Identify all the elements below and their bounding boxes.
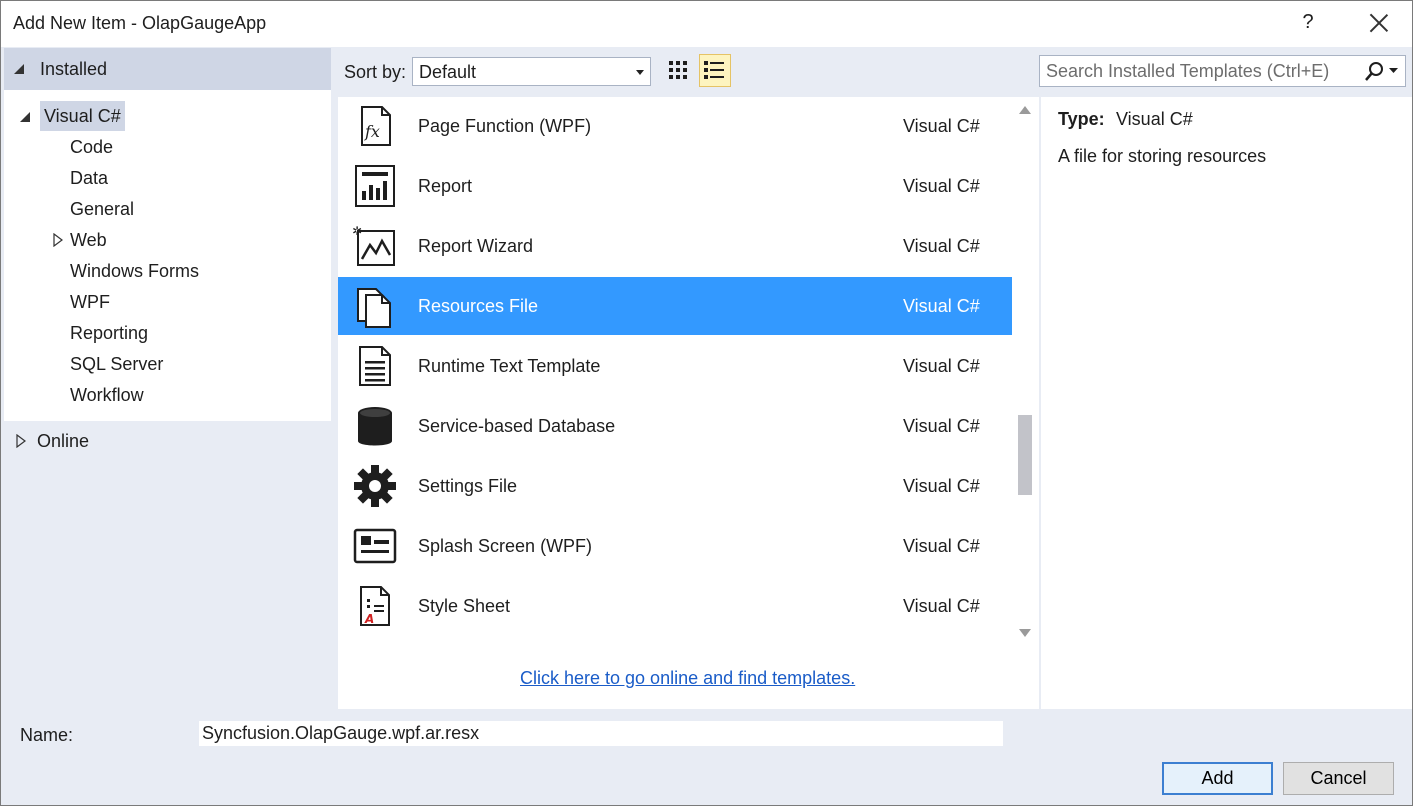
template-row-selected[interactable]: Resources File Visual C# <box>338 277 1012 335</box>
tree-item-code[interactable]: Code <box>70 132 113 162</box>
gear-icon <box>354 465 396 507</box>
template-row[interactable]: Report Visual C# <box>338 157 1012 215</box>
installed-label: Installed <box>40 59 108 79</box>
function-icon: fx <box>361 106 391 146</box>
template-row[interactable]: Runtime Text Template Visual C# <box>338 337 1012 395</box>
list-view-button[interactable] <box>699 54 731 87</box>
template-name: Resources File <box>418 296 539 316</box>
type-label: Type: <box>1058 109 1105 129</box>
template-name: Settings File <box>418 476 518 496</box>
template-row[interactable]: Settings File Visual C# <box>338 457 1012 515</box>
type-value: Visual C# <box>1116 109 1193 129</box>
collapse-triangle-icon <box>14 64 24 74</box>
tree-item-data[interactable]: Data <box>70 163 108 193</box>
template-row[interactable]: ✲ Report Wizard Visual C# <box>338 217 1012 275</box>
tree-item-reporting[interactable]: Reporting <box>70 318 148 348</box>
splash-screen-icon <box>353 528 397 564</box>
search-box[interactable] <box>1039 55 1406 87</box>
tree-item-web[interactable]: Web <box>70 225 107 255</box>
tree-item-sql-server[interactable]: SQL Server <box>70 349 163 379</box>
text-template-icon <box>359 346 391 386</box>
sort-by-dropdown[interactable]: Default <box>412 57 651 86</box>
online-expand-icon[interactable] <box>15 434 27 448</box>
scroll-up-arrow-icon[interactable] <box>1019 106 1031 114</box>
template-name: Runtime Text Template <box>418 356 601 376</box>
search-input[interactable] <box>1046 60 1356 82</box>
list-view-icon <box>704 61 724 79</box>
report-icon <box>355 165 395 207</box>
style-sheet-icon: A <box>360 586 390 626</box>
tree-item-workflow[interactable]: Workflow <box>70 380 144 410</box>
category-tree: Visual C# Code Data General Web Windows … <box>4 90 331 421</box>
template-language: Visual C# <box>903 116 980 136</box>
report-wizard-icon: ✲ <box>352 224 395 266</box>
sort-by-value: Default <box>419 62 477 82</box>
tree-item-online[interactable]: Online <box>37 431 89 452</box>
help-button[interactable]: ? <box>1297 11 1319 37</box>
tree-item-windows-forms[interactable]: Windows Forms <box>70 256 199 286</box>
title-bar: Add New Item - OlapGaugeApp ? <box>1 1 1412 47</box>
cancel-button[interactable]: Cancel <box>1283 762 1394 795</box>
small-icons-view-button[interactable] <box>664 54 696 87</box>
template-language: Visual C# <box>903 476 980 496</box>
template-language: Visual C# <box>903 176 980 196</box>
template-name: Style Sheet <box>418 596 511 616</box>
template-language: Visual C# <box>903 236 980 256</box>
svg-text:fx: fx <box>364 122 380 141</box>
add-button[interactable]: Add <box>1162 762 1273 795</box>
sort-by-label: Sort by: <box>344 62 407 82</box>
close-button[interactable] <box>1365 9 1393 37</box>
search-icon[interactable] <box>1364 61 1386 83</box>
svg-text:✲: ✲ <box>352 224 362 238</box>
window-title: Add New Item - OlapGaugeApp <box>13 13 267 33</box>
tree-item-general[interactable]: General <box>70 194 134 224</box>
template-list-scrollbar[interactable] <box>1012 97 1039 709</box>
template-language: Visual C# <box>903 296 980 316</box>
template-row[interactable]: Splash Screen (WPF) Visual C# <box>338 517 1012 575</box>
template-row[interactable]: fx Page Function (WPF) Visual C# <box>338 97 1012 155</box>
template-language: Visual C# <box>903 536 980 556</box>
template-list: fx Page Function (WPF) Visual C# Report … <box>338 97 1012 709</box>
resources-file-icon <box>357 288 391 328</box>
template-language: Visual C# <box>903 416 980 436</box>
template-row[interactable]: A Style Sheet Visual C# <box>338 577 1012 635</box>
template-name: Service-based Database <box>418 416 616 436</box>
name-label: Name: <box>20 725 74 745</box>
template-name: Report <box>418 176 473 196</box>
tree-item-wpf[interactable]: WPF <box>70 287 110 317</box>
template-description: A file for storing resources <box>1058 146 1267 166</box>
expand-triangle-icon[interactable] <box>52 233 64 247</box>
template-language: Visual C# <box>903 596 980 616</box>
installed-header[interactable]: Installed <box>4 48 331 90</box>
svg-text:A: A <box>364 612 374 626</box>
expanded-triangle-icon <box>20 112 30 122</box>
template-name: Page Function (WPF) <box>418 116 592 136</box>
add-new-item-dialog: Add New Item - OlapGaugeApp ? Installed … <box>0 0 1413 806</box>
name-field[interactable] <box>199 721 1003 746</box>
template-row[interactable]: Service-based Database Visual C# <box>338 397 1012 455</box>
find-online-templates-link[interactable]: Click here to go online and find templat… <box>520 668 855 689</box>
dropdown-caret-icon <box>636 70 644 75</box>
grid-view-icon <box>669 61 687 79</box>
scroll-thumb[interactable] <box>1018 415 1032 495</box>
template-name: Splash Screen (WPF) <box>418 536 593 556</box>
template-language: Visual C# <box>903 356 980 376</box>
tree-item-visual-csharp[interactable]: Visual C# <box>40 101 125 131</box>
database-icon <box>358 407 392 446</box>
template-details-panel: Type: Visual C# A file for storing resou… <box>1041 97 1412 709</box>
scroll-down-arrow-icon[interactable] <box>1019 629 1031 637</box>
search-options-caret-icon[interactable] <box>1389 68 1399 76</box>
template-name: Report Wizard <box>418 236 534 256</box>
